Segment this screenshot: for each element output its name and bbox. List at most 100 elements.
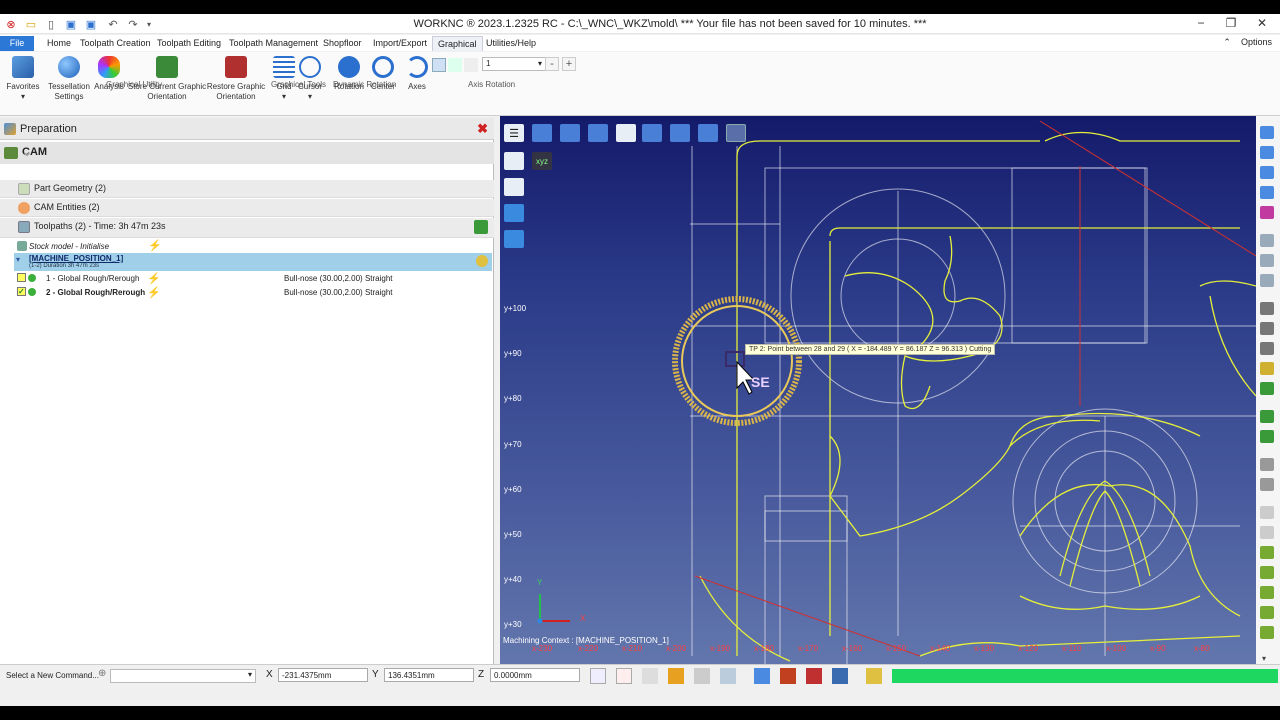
cam-row[interactable]: CAM ⌄ xyxy=(0,142,494,164)
grid-button[interactable]: Grid ▾ xyxy=(271,54,297,102)
machine-position-row[interactable]: ▾ [MACHINE_POSITION_1] (1-2) Duration 3h… xyxy=(14,253,492,271)
view-cube-icon[interactable] xyxy=(1260,146,1274,159)
axis-z-icon[interactable] xyxy=(464,58,478,72)
view-cube-icon[interactable] xyxy=(1260,166,1274,179)
graphics-viewport[interactable]: ☰ xyz TP 2: Point between 28 and 29 ( X … xyxy=(500,116,1256,674)
view-cube-icon[interactable] xyxy=(1260,126,1274,139)
section-icon[interactable] xyxy=(1260,302,1274,315)
y-coordinate-field[interactable]: 136.4351mm xyxy=(384,668,474,682)
view-iso-icon[interactable] xyxy=(532,124,552,142)
collapse-chevron-icon[interactable]: ⌄ xyxy=(22,145,488,159)
decrement-button[interactable]: - xyxy=(545,57,559,71)
cylinder-icon[interactable] xyxy=(504,204,524,222)
layer-icon[interactable] xyxy=(504,152,524,170)
menu-toolpath-editing[interactable]: Toolpath Editing xyxy=(152,36,226,51)
menu-toolpath-management[interactable]: Toolpath Management xyxy=(224,36,323,51)
scroll-down-icon[interactable]: ▾ xyxy=(1262,654,1266,663)
display-mode-icon[interactable] xyxy=(1260,274,1274,287)
increment-button[interactable]: + xyxy=(562,57,576,71)
toolpath-display-icon[interactable] xyxy=(1260,430,1274,443)
tessellation-settings-button[interactable]: Tessellation Settings xyxy=(46,54,92,102)
collapse-ribbon-icon[interactable]: ⌃ xyxy=(1223,37,1231,47)
panel-close-icon[interactable]: ✖ xyxy=(477,121,488,137)
filter-icon[interactable] xyxy=(1260,506,1274,519)
simulation-icon[interactable] xyxy=(1260,586,1274,599)
toolpath-display-icon[interactable] xyxy=(1260,410,1274,423)
section-icon[interactable] xyxy=(1260,322,1274,335)
maximize-button[interactable]: ❐ xyxy=(1220,16,1242,32)
view-left-icon[interactable] xyxy=(642,124,662,142)
menu-utilities-help[interactable]: Utilities/Help xyxy=(481,36,541,51)
menu-import-export[interactable]: Import/Export xyxy=(368,36,432,51)
minimize-button[interactable]: − xyxy=(1190,16,1212,32)
stock-icon[interactable] xyxy=(504,178,524,196)
view-top-icon[interactable] xyxy=(698,124,718,142)
options-button[interactable]: ⌃ Options xyxy=(1223,37,1272,48)
cylinder-2-icon[interactable] xyxy=(504,230,524,248)
menu-graphical[interactable]: Graphical xyxy=(432,36,483,51)
toolpath-2-checkbox[interactable]: ✓ xyxy=(17,287,26,296)
axes-button[interactable]: Axes xyxy=(403,54,431,92)
favorites-button[interactable]: Favorites ▾ xyxy=(4,54,42,102)
view-back-icon[interactable] xyxy=(588,124,608,142)
section-cam-entities[interactable]: CAM Entities (2) xyxy=(0,199,494,217)
z-coordinate-field[interactable]: 0.0000mm xyxy=(490,668,580,682)
paint-icon[interactable] xyxy=(694,668,710,684)
section-toolpaths[interactable]: Toolpaths (2) - Time: 3h 47m 23s xyxy=(0,218,494,238)
edit-icon[interactable] xyxy=(720,668,736,684)
chevron-down-icon[interactable]: ▾ xyxy=(248,670,252,679)
menu-toolpath-creation[interactable]: Toolpath Creation xyxy=(75,36,156,51)
queue-icon[interactable] xyxy=(780,668,796,684)
viewport-menu-icon[interactable]: ☰ xyxy=(504,124,524,142)
toolpath-row-2[interactable]: ✓ 2 - Global Rough/Rerough ⚡ Bull-nose (… xyxy=(0,287,494,301)
tool-icon[interactable] xyxy=(1260,362,1274,375)
toolpath-1-checkbox[interactable] xyxy=(17,273,26,282)
command-gear-icon[interactable]: ⊕ xyxy=(98,668,106,679)
menu-home[interactable]: Home xyxy=(42,36,76,51)
view-right-icon[interactable] xyxy=(670,124,690,142)
zoom-icon[interactable] xyxy=(726,124,746,142)
menu-shopfloor[interactable]: Shopfloor xyxy=(318,36,367,51)
compute-icon[interactable] xyxy=(668,668,684,684)
chevron-down-icon: ▾ xyxy=(537,59,542,68)
stock-model-row[interactable]: Stock model - Initialise ⚡ xyxy=(0,240,494,254)
axis-triad-icon[interactable]: xyz xyxy=(532,152,552,170)
simulation-icon[interactable] xyxy=(1260,546,1274,559)
shading-icon[interactable] xyxy=(1260,206,1274,219)
select-mode-icon[interactable] xyxy=(590,668,606,684)
section-icon[interactable] xyxy=(1260,342,1274,355)
network-icon[interactable] xyxy=(754,668,770,684)
panel-title: Preparation xyxy=(20,123,77,135)
axis-y-icon[interactable] xyxy=(448,58,462,72)
axis-x-icon[interactable] xyxy=(432,58,446,72)
filter-icon[interactable] xyxy=(1260,526,1274,539)
section-part-geometry[interactable]: Part Geometry (2) xyxy=(0,180,494,198)
view-front-icon[interactable] xyxy=(560,124,580,142)
report-icon[interactable] xyxy=(832,668,848,684)
simulation-icon[interactable] xyxy=(1260,566,1274,579)
toolpath-display-icon[interactable] xyxy=(1260,382,1274,395)
x-coordinate-field[interactable]: -231.4375mm xyxy=(278,668,368,682)
view-cube-icon[interactable] xyxy=(1260,186,1274,199)
simulation-icon[interactable] xyxy=(1260,606,1274,619)
display-mode-icon[interactable] xyxy=(1260,234,1274,247)
cursor-button[interactable]: Cursor ▾ xyxy=(296,54,324,102)
snap-icon[interactable] xyxy=(616,668,632,684)
view-wire-icon[interactable] xyxy=(616,124,636,142)
simulation-icon[interactable] xyxy=(1260,626,1274,639)
store-orientation-button[interactable]: Store Current Graphic Orientation xyxy=(127,54,207,102)
restore-orientation-button[interactable]: Restore Graphic Orientation xyxy=(206,54,266,102)
measure-icon[interactable] xyxy=(1260,458,1274,471)
pick-icon[interactable] xyxy=(642,668,658,684)
expand-arrow-icon[interactable]: ▾ xyxy=(16,255,20,264)
measure-icon[interactable] xyxy=(1260,478,1274,491)
toolpaths-label: Toolpaths (2) - Time: 3h 47m 23s xyxy=(34,221,166,231)
menu-file[interactable]: File xyxy=(0,36,34,51)
close-button[interactable]: ✕ xyxy=(1251,16,1273,32)
compute-toolpaths-icon[interactable] xyxy=(474,220,488,234)
command-input[interactable]: ▾ xyxy=(110,669,256,683)
toolpath-row-1[interactable]: 1 - Global Rough/Rerough ⚡ Bull-nose (30… xyxy=(0,273,494,287)
axis-rotation-select[interactable]: 1 ▾ xyxy=(482,57,546,71)
machine-icon[interactable] xyxy=(806,668,822,684)
display-mode-icon[interactable] xyxy=(1260,254,1274,267)
